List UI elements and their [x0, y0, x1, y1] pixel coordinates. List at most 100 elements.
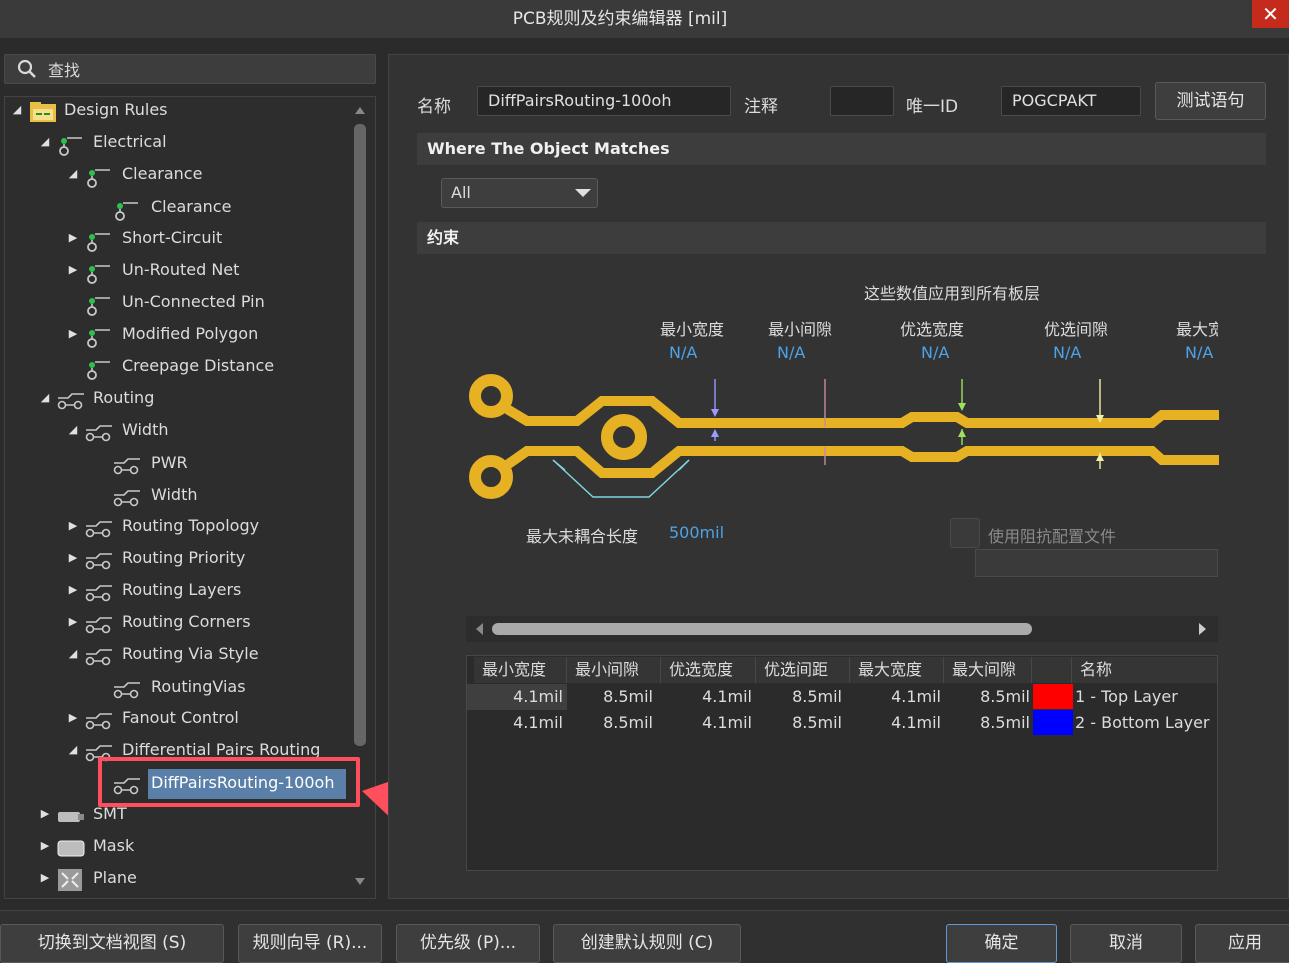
- collapse-arrow-icon[interactable]: ◢: [66, 415, 80, 445]
- preferred-width-value[interactable]: N/A: [921, 343, 949, 362]
- layer-color-swatch[interactable]: [1033, 684, 1073, 709]
- cell-preferred-gap[interactable]: 8.5mil: [752, 710, 842, 736]
- tree-item-label: Routing Topology: [122, 516, 260, 535]
- scroll-left-icon[interactable]: [474, 622, 484, 636]
- apply-button[interactable]: 应用: [1195, 924, 1289, 963]
- cell-layer-name[interactable]: 2 - Bottom Layer: [1075, 710, 1217, 736]
- rule-name-field[interactable]: DiffPairsRouting-100oh: [477, 86, 731, 116]
- collapse-arrow-icon[interactable]: ◢: [66, 159, 80, 189]
- collapse-arrow-icon[interactable]: ◢: [38, 127, 52, 157]
- expand-arrow-icon[interactable]: ▶: [66, 255, 80, 285]
- tree-item-short-circuit[interactable]: ▶ Short-Circuit: [0, 223, 350, 253]
- tree-item-design-rules[interactable]: ◢ Design Rules: [0, 95, 350, 125]
- min-width-value[interactable]: N/A: [669, 343, 697, 362]
- grid-scroll-thumb[interactable]: [492, 623, 1032, 635]
- cell-preferred-width[interactable]: 4.1mil: [662, 710, 752, 736]
- cell-max-gap[interactable]: 8.5mil: [940, 684, 1030, 710]
- max-width-value[interactable]: N/A: [1185, 343, 1213, 362]
- tree-item-routing[interactable]: ◢ Routing: [0, 383, 350, 413]
- cell-max-width[interactable]: 4.1mil: [851, 710, 941, 736]
- tree-item-routing-topology[interactable]: ▶ Routing Topology: [0, 511, 350, 541]
- create-default-rules-button[interactable]: 创建默认规则 (C): [553, 924, 741, 963]
- cell-min-gap[interactable]: 8.5mil: [563, 684, 653, 710]
- tree-item-label: Un-Routed Net: [122, 260, 240, 279]
- impedance-profile-select[interactable]: [975, 549, 1218, 577]
- expand-arrow-icon[interactable]: ▶: [38, 831, 52, 861]
- expand-arrow-icon[interactable]: ▶: [38, 863, 52, 893]
- routing-rule-icon: [56, 388, 86, 412]
- rule-wizard-button[interactable]: 规则向导 (R)...: [238, 924, 382, 963]
- tree-scrollbar[interactable]: [354, 124, 366, 746]
- tree-item-routing-via-style[interactable]: ◢ Routing Via Style: [0, 639, 350, 669]
- grid-header-max-width[interactable]: 最大宽度: [850, 657, 944, 683]
- scroll-right-icon[interactable]: [1198, 622, 1208, 636]
- collapse-arrow-icon[interactable]: ◢: [10, 95, 24, 125]
- cell-min-width[interactable]: 4.1mil: [473, 710, 563, 736]
- mask-rule-icon: [56, 836, 86, 860]
- cell-layer-name[interactable]: 1 - Top Layer: [1075, 684, 1217, 710]
- tree-item-modified-polygon[interactable]: ▶ Modified Polygon: [0, 319, 350, 349]
- test-query-button[interactable]: 测试语句: [1155, 82, 1266, 120]
- grid-header-min-gap[interactable]: 最小间隙: [567, 657, 661, 683]
- expand-arrow-icon[interactable]: ▶: [66, 511, 80, 541]
- tree-item-creepage-distance[interactable]: Creepage Distance: [0, 351, 350, 381]
- expand-arrow-icon[interactable]: ▶: [66, 575, 80, 605]
- grid-header-preferred-gap[interactable]: 优选间距: [756, 657, 850, 683]
- expand-arrow-icon[interactable]: ▶: [66, 223, 80, 253]
- expand-arrow-icon[interactable]: ▶: [66, 607, 80, 637]
- cell-preferred-width[interactable]: 4.1mil: [662, 684, 752, 710]
- tree-item-routing-priority[interactable]: ▶ Routing Priority: [0, 543, 350, 573]
- tree-item-label: Routing Layers: [122, 580, 242, 599]
- tree-item-routingvias[interactable]: RoutingVias: [0, 672, 350, 702]
- tree-item-fanout-control[interactable]: ▶ Fanout Control: [0, 703, 350, 733]
- expand-arrow-icon[interactable]: ▶: [66, 703, 80, 733]
- tree-item-clearance[interactable]: Clearance: [0, 192, 350, 222]
- tree-item-routing-layers[interactable]: ▶ Routing Layers: [0, 575, 350, 605]
- electrical-rule-icon: [84, 292, 114, 316]
- collapse-arrow-icon[interactable]: ◢: [66, 639, 80, 669]
- close-button[interactable]: ✕: [1252, 0, 1289, 28]
- search-icon: [17, 59, 36, 78]
- switch-to-document-view-button[interactable]: 切换到文档视图 (S): [0, 924, 224, 963]
- unique-id-field[interactable]: POGCPAKT: [1001, 86, 1141, 116]
- scope-select[interactable]: All: [441, 178, 598, 208]
- impedance-profile-checkbox[interactable]: [950, 518, 980, 548]
- cancel-button[interactable]: 取消: [1070, 924, 1182, 963]
- cell-preferred-gap[interactable]: 8.5mil: [752, 684, 842, 710]
- tree-item-un-routed-net[interactable]: ▶ Un-Routed Net: [0, 255, 350, 285]
- preferred-gap-value[interactable]: N/A: [1053, 343, 1081, 362]
- cell-max-width[interactable]: 4.1mil: [851, 684, 941, 710]
- grid-header-name[interactable]: 名称: [1072, 657, 1217, 683]
- scroll-up-icon[interactable]: [354, 104, 366, 116]
- tree-item-plane[interactable]: ▶ Plane: [0, 863, 350, 893]
- tree-item-label: Clearance: [122, 164, 203, 183]
- tree-item-un-connected-pin[interactable]: Un-Connected Pin: [0, 287, 350, 317]
- tree-item-routing-corners[interactable]: ▶ Routing Corners: [0, 607, 350, 637]
- collapse-arrow-icon[interactable]: ◢: [38, 383, 52, 413]
- collapse-arrow-icon[interactable]: ◢: [66, 735, 80, 765]
- grid-header-max-gap[interactable]: 最大间隙: [944, 657, 1032, 683]
- expand-arrow-icon[interactable]: ▶: [38, 799, 52, 829]
- grid-header-min-width[interactable]: 最小宽度: [474, 657, 567, 683]
- expand-arrow-icon[interactable]: ▶: [66, 543, 80, 573]
- expand-arrow-icon[interactable]: ▶: [66, 319, 80, 349]
- cell-min-gap[interactable]: 8.5mil: [563, 710, 653, 736]
- comment-field[interactable]: [830, 86, 894, 116]
- max-uncoupled-length-value[interactable]: 500mil: [669, 523, 724, 542]
- tree-item-electrical[interactable]: ◢ Electrical: [0, 127, 350, 157]
- min-gap-value[interactable]: N/A: [777, 343, 805, 362]
- cell-min-width[interactable]: 4.1mil: [473, 684, 563, 710]
- tree-item-mask[interactable]: ▶ Mask: [0, 831, 350, 861]
- layer-color-swatch[interactable]: [1033, 710, 1073, 735]
- grid-header-color[interactable]: [1032, 657, 1072, 683]
- cell-max-gap[interactable]: 8.5mil: [940, 710, 1030, 736]
- ok-button[interactable]: 确定: [946, 924, 1057, 963]
- grid-header-preferred-width[interactable]: 优选宽度: [661, 657, 756, 683]
- tree-item-width-group[interactable]: ◢ Width: [0, 415, 350, 445]
- tree-item-width[interactable]: Width: [0, 480, 350, 510]
- priorities-button[interactable]: 优先级 (P)...: [396, 924, 540, 963]
- scroll-down-icon[interactable]: [354, 876, 366, 888]
- tree-item-pwr[interactable]: PWR: [0, 448, 350, 478]
- tree-item-clearance-group[interactable]: ◢ Clearance: [0, 159, 350, 189]
